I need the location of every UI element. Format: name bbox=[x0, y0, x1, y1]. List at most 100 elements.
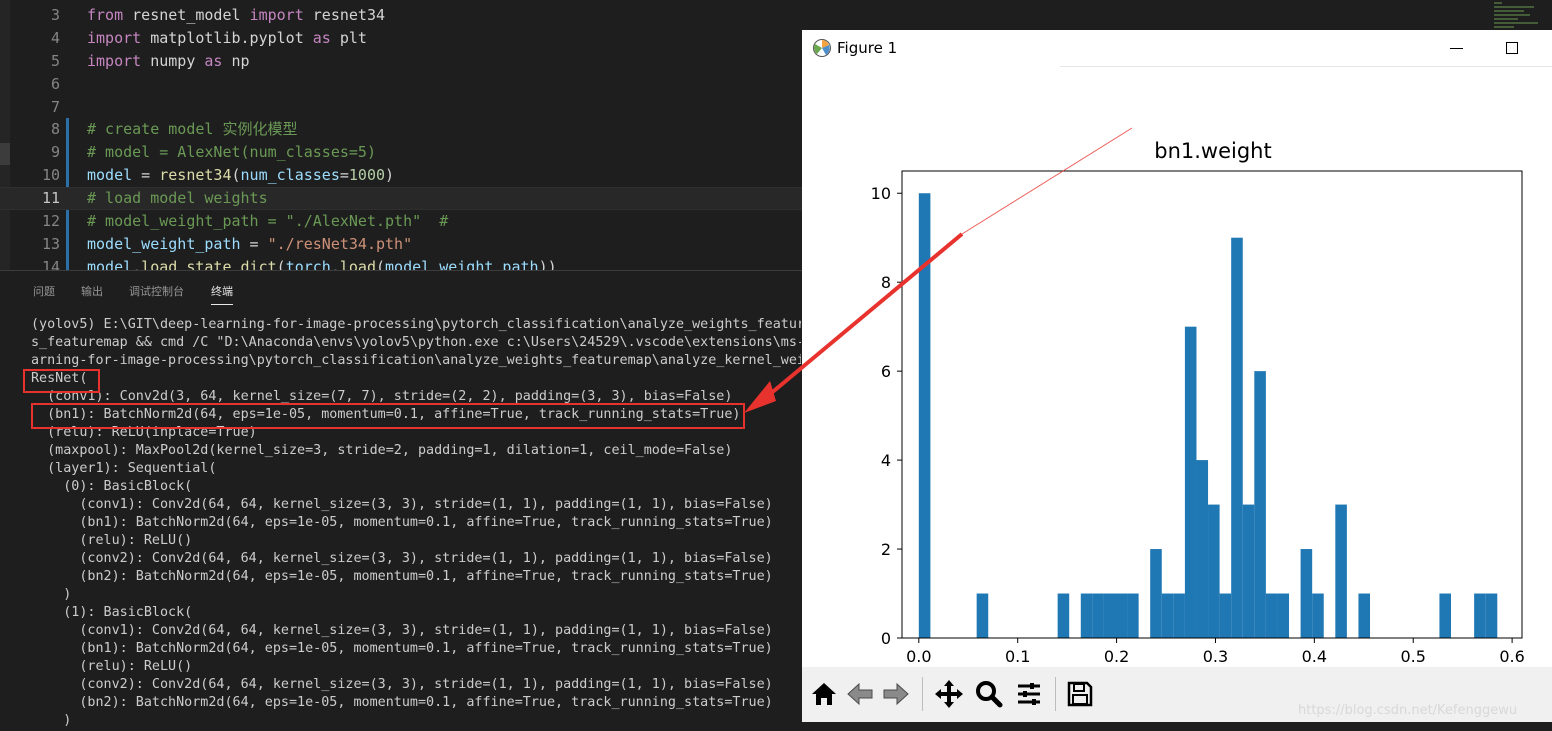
histogram-chart: bn1.weight 0.0 0.1 0.2 0.3 0.4 0.5 0.6 0 2 4 6 8 10 bbox=[871, 139, 1525, 666]
code-text: # model = AlexNet(num_classes=5) bbox=[87, 143, 376, 161]
figure-title: Figure 1 bbox=[837, 39, 898, 57]
terminal-line: (maxpool): MaxPool2d(kernel_size=3, stri… bbox=[31, 443, 733, 458]
terminal-line: (conv1): Conv2d(64, 64, kernel_size=(3, … bbox=[31, 497, 773, 512]
figure-titlebar[interactable]: Figure 1 bbox=[802, 30, 1552, 66]
terminal-line: (conv2): Conv2d(64, 64, kernel_size=(3, … bbox=[31, 677, 773, 692]
histogram-bar bbox=[1150, 549, 1162, 638]
histogram-bar bbox=[1358, 593, 1371, 638]
histogram-bar bbox=[1057, 593, 1070, 638]
histogram-bar bbox=[1173, 593, 1185, 638]
histogram-bar bbox=[1231, 237, 1243, 638]
y-tick-label: 6 bbox=[881, 362, 891, 381]
histogram-bar bbox=[1103, 593, 1116, 638]
line-number: 9 bbox=[50, 143, 60, 161]
terminal-line: (conv2): Conv2d(64, 64, kernel_size=(3, … bbox=[31, 551, 773, 566]
panel-tabs: 问题 输出 调试控制台 终端 bbox=[0, 271, 800, 309]
line-number: 4 bbox=[50, 29, 60, 47]
matplotlib-app-icon bbox=[813, 39, 831, 57]
terminal-line: (1): BasicBlock( bbox=[31, 605, 193, 620]
save-icon[interactable] bbox=[1063, 677, 1097, 711]
chart-title: bn1.weight bbox=[1154, 139, 1271, 163]
histogram-bar bbox=[1265, 593, 1278, 638]
histogram-bar bbox=[1254, 371, 1266, 638]
histogram-bar bbox=[1196, 460, 1209, 638]
home-icon[interactable] bbox=[807, 677, 841, 711]
highlight-resnet bbox=[23, 369, 100, 393]
x-tick-label: 0.1 bbox=[1005, 647, 1030, 666]
y-axis-ticks: 0 2 4 6 8 10 bbox=[871, 184, 902, 648]
histogram-bar bbox=[918, 193, 931, 638]
code-text: # create model 实例化模型 bbox=[87, 120, 298, 138]
x-tick-label: 0.6 bbox=[1499, 647, 1524, 666]
code-text: model_weight_path = "./resNet34.pth" bbox=[87, 235, 413, 253]
y-tick-label: 0 bbox=[881, 629, 891, 648]
line-number: 11 bbox=[41, 189, 60, 207]
pan-icon[interactable] bbox=[932, 677, 966, 711]
line-number: 3 bbox=[50, 6, 60, 24]
histogram-bar bbox=[976, 593, 989, 638]
tab-debug-console[interactable]: 调试控制台 bbox=[129, 283, 184, 299]
line-number: 6 bbox=[50, 75, 60, 93]
y-tick-label: 2 bbox=[881, 540, 891, 559]
x-tick-label: 0.3 bbox=[1203, 647, 1228, 666]
code-text: model.load_state_dict(torch.load(model_w… bbox=[87, 258, 557, 270]
histogram-bar bbox=[1439, 593, 1451, 638]
terminal-line: ) bbox=[31, 713, 72, 728]
histogram-bar bbox=[1335, 504, 1347, 638]
tab-problems[interactable]: 问题 bbox=[33, 283, 55, 299]
histogram-bar bbox=[1277, 593, 1290, 638]
maximize-button[interactable] bbox=[1498, 34, 1528, 62]
code-text: model = resnet34(num_classes=1000) bbox=[87, 166, 395, 184]
line-number: 5 bbox=[50, 52, 60, 70]
terminal-line: (0): BasicBlock( bbox=[31, 479, 193, 494]
line-number: 8 bbox=[50, 120, 60, 138]
histogram-bar bbox=[1485, 593, 1498, 638]
back-arrow-icon[interactable] bbox=[843, 677, 877, 711]
terminal-line: arning-for-image-processing\pytorch_clas… bbox=[31, 353, 801, 368]
terminal-line: (yolov5) E:\GIT\deep-learning-for-image-… bbox=[31, 317, 801, 332]
line-number: 7 bbox=[50, 98, 60, 116]
histogram-bar bbox=[1080, 593, 1093, 638]
terminal-line: (relu): ReLU() bbox=[31, 533, 193, 548]
line-number: 10 bbox=[41, 166, 60, 184]
terminal-line: (relu): ReLU() bbox=[31, 659, 193, 674]
terminal-line: (layer1): Sequential( bbox=[31, 461, 217, 476]
code-text: import matplotlib.pyplot as plt bbox=[87, 29, 367, 47]
tab-output[interactable]: 输出 bbox=[81, 283, 103, 299]
histogram-bars bbox=[918, 193, 1498, 638]
x-tick-label: 0.5 bbox=[1401, 647, 1426, 666]
tab-terminal[interactable]: 终端 bbox=[211, 283, 233, 305]
histogram-bar bbox=[1161, 593, 1174, 638]
code-text: from resnet_model import resnet34 bbox=[87, 6, 386, 24]
x-axis-ticks: 0.0 0.1 0.2 0.3 0.4 0.5 0.6 bbox=[906, 638, 1525, 666]
x-tick-label: 0.2 bbox=[1104, 647, 1129, 666]
histogram-bar bbox=[1115, 593, 1128, 638]
histogram-bar bbox=[1184, 326, 1197, 638]
code-text: # load model weights bbox=[87, 189, 268, 207]
terminal-line: (bn2): BatchNorm2d(64, eps=1e-05, moment… bbox=[31, 569, 773, 584]
configure-subplots-icon[interactable] bbox=[1012, 677, 1046, 711]
figure-window: Figure 1 bn1.weight 0.0 0.1 0.2 0.3 0.4 0.5 0.… bbox=[802, 30, 1552, 722]
watermark: https://blog.csdn.net/Kefenggewu bbox=[1298, 703, 1518, 718]
histogram-bar bbox=[1092, 593, 1104, 638]
y-tick-label: 10 bbox=[871, 184, 891, 203]
y-tick-label: 4 bbox=[881, 451, 891, 470]
code-line[interactable]: 3 from resnet_model import resnet34 bbox=[0, 4, 1552, 27]
minimize-button[interactable] bbox=[1442, 34, 1472, 62]
line-number: 13 bbox=[41, 235, 60, 253]
terminal-line: ResNet( bbox=[31, 371, 88, 386]
x-tick-label: 0.0 bbox=[906, 647, 931, 666]
histogram-bar bbox=[1219, 593, 1232, 638]
y-tick-label: 8 bbox=[881, 273, 891, 292]
terminal-line: (bn2): BatchNorm2d(64, eps=1e-05, moment… bbox=[31, 695, 773, 710]
line-number: 12 bbox=[41, 212, 60, 230]
histogram-bar bbox=[1127, 593, 1139, 638]
forward-arrow-icon[interactable] bbox=[879, 677, 913, 711]
terminal-output[interactable]: (yolov5) E:\GIT\deep-learning-for-image-… bbox=[31, 316, 801, 730]
code-text: import numpy as np bbox=[87, 52, 250, 70]
zoom-icon[interactable] bbox=[972, 677, 1006, 711]
histogram-bar bbox=[1208, 504, 1220, 638]
terminal-line: s_featuremap && cmd /C "D:\Anaconda\envs… bbox=[31, 335, 801, 350]
x-tick-label: 0.4 bbox=[1302, 647, 1327, 666]
histogram-bar bbox=[1242, 504, 1255, 638]
